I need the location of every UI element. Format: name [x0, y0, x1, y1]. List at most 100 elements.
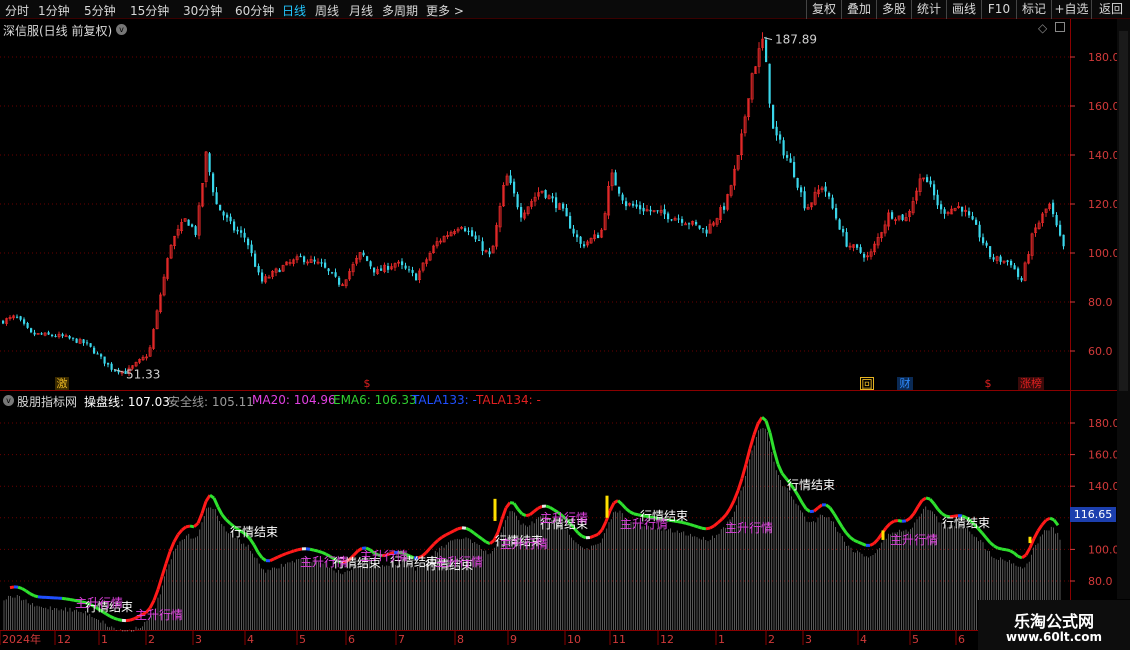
indicator-name[interactable]: 股朋指标网 — [17, 393, 77, 410]
candle-body — [989, 246, 992, 257]
operate-line-segment — [317, 549, 323, 554]
event-marker[interactable]: 财 — [897, 377, 913, 390]
operate-line-segment — [9, 585, 15, 590]
low-price-label: 51.33 — [126, 367, 160, 381]
tool-back-button[interactable]: 返回 — [1091, 0, 1130, 19]
operate-line-segment — [489, 539, 495, 545]
candle-body — [103, 356, 106, 364]
operate-line-segment — [836, 519, 844, 528]
operate-line-segment — [481, 537, 487, 544]
candle-body — [639, 205, 642, 210]
operate-line-segment — [424, 547, 432, 554]
operate-line-segment — [453, 527, 459, 533]
chevron-down-icon[interactable]: v — [3, 395, 14, 406]
operate-line-segment — [437, 535, 443, 542]
side-panel-strip[interactable] — [1117, 19, 1130, 599]
period-more[interactable]: 更多 > — [426, 2, 464, 19]
operate-line-segment — [1005, 548, 1011, 553]
candle-body — [488, 251, 491, 255]
period-15min[interactable]: 15分钟 — [130, 2, 169, 19]
candle-body — [19, 316, 22, 320]
period-multi[interactable]: 多周期 — [382, 2, 418, 19]
y-tick-label: 100.0 — [1088, 247, 1117, 260]
diamond-icon[interactable]: ◇ — [1038, 21, 1047, 35]
x-tick-label: 12 — [660, 633, 674, 646]
candle-body — [299, 256, 302, 258]
operate-line-segment — [912, 505, 920, 515]
operate-line-segment — [293, 548, 299, 553]
operate-line-segment — [893, 519, 899, 523]
candle-body — [369, 261, 372, 267]
trend-start-label: 主升行情 — [500, 537, 548, 551]
operate-line-segment — [625, 507, 631, 514]
operate-line-segment — [473, 531, 479, 538]
tool-overlay-button[interactable]: 叠加 — [841, 0, 876, 19]
period-60min[interactable]: 60分钟 — [235, 2, 274, 19]
candle-body — [187, 219, 190, 226]
period-30min[interactable]: 30分钟 — [183, 2, 222, 19]
main-chart-title[interactable]: 深信服(日线 前复权) — [3, 22, 112, 39]
candle-body — [803, 191, 806, 209]
operate-line-segment — [780, 472, 788, 480]
tool-f10-button[interactable]: F10 — [981, 0, 1016, 19]
candle-body — [362, 252, 365, 256]
operate-line-segment — [160, 563, 168, 577]
event-marker[interactable]: 回 — [860, 377, 874, 391]
operate-line-segment — [525, 513, 531, 518]
candle-body — [373, 267, 376, 273]
tool-multistock-button[interactable]: 多股 — [876, 0, 911, 19]
candle-body — [75, 338, 78, 343]
candle-body — [313, 259, 316, 262]
candle-body — [334, 272, 337, 277]
candle-body — [219, 204, 222, 211]
operate-line-segment — [748, 434, 756, 449]
candle-body — [891, 212, 894, 219]
candle-body — [551, 196, 554, 199]
operate-line-segment — [172, 534, 180, 543]
y-tick-label: 60.0 — [1088, 345, 1113, 358]
operate-line-segment — [432, 539, 440, 546]
candle-body — [705, 229, 708, 234]
candle-body — [324, 262, 327, 268]
period-weekly[interactable]: 周线 — [315, 2, 339, 19]
period-fenshi[interactable]: 分时 — [5, 2, 29, 19]
candle-body — [786, 155, 789, 158]
expand-icon[interactable] — [1055, 22, 1065, 32]
operate-line-segment — [164, 551, 172, 565]
operate-line-segment — [289, 549, 295, 554]
event-marker[interactable]: $ — [361, 377, 373, 390]
operate-line-segment — [844, 531, 852, 539]
tool-stats-button[interactable]: 统计 — [911, 0, 946, 19]
operate-line-segment — [581, 534, 587, 540]
tool-draw-button[interactable]: 画线 — [946, 0, 981, 19]
tool-mark-button[interactable]: 标记 — [1016, 0, 1051, 19]
operate-line-segment — [109, 614, 115, 620]
chevron-down-icon[interactable]: v — [116, 24, 127, 35]
candle-body — [513, 181, 516, 194]
period-monthly[interactable]: 月线 — [349, 2, 373, 19]
operate-line-segment — [516, 508, 524, 515]
operate-line-segment — [500, 507, 508, 520]
candle-body — [215, 192, 218, 205]
tool-add-watchlist-button[interactable]: +自选 — [1051, 0, 1091, 19]
operate-line-segment — [256, 551, 264, 559]
candle-body — [327, 268, 330, 272]
chart-canvas[interactable]: 180.0160.0140.0120.0100.080.060.0180.016… — [0, 19, 1117, 650]
period-5min[interactable]: 5分钟 — [84, 2, 116, 19]
event-marker[interactable]: 激 — [55, 377, 69, 390]
y-tick-label: 80.0 — [1088, 296, 1113, 309]
candle-body — [222, 211, 225, 216]
tool-fuquan-button[interactable]: 复权 — [806, 0, 841, 19]
operate-line-segment — [593, 532, 599, 538]
event-marker[interactable]: 涨榜 — [1018, 377, 1044, 390]
period-1min[interactable]: 1分钟 — [38, 2, 70, 19]
operate-line-segment — [25, 589, 31, 595]
event-marker[interactable]: $ — [982, 377, 994, 390]
operate-line-segment — [732, 490, 740, 502]
operate-line-segment — [813, 506, 819, 513]
period-daily[interactable]: 日线 — [282, 2, 306, 19]
operate-line-segment — [321, 551, 327, 556]
candle-body — [943, 209, 946, 214]
candle-body — [597, 234, 600, 239]
y-tick-label: 120.0 — [1088, 198, 1117, 211]
